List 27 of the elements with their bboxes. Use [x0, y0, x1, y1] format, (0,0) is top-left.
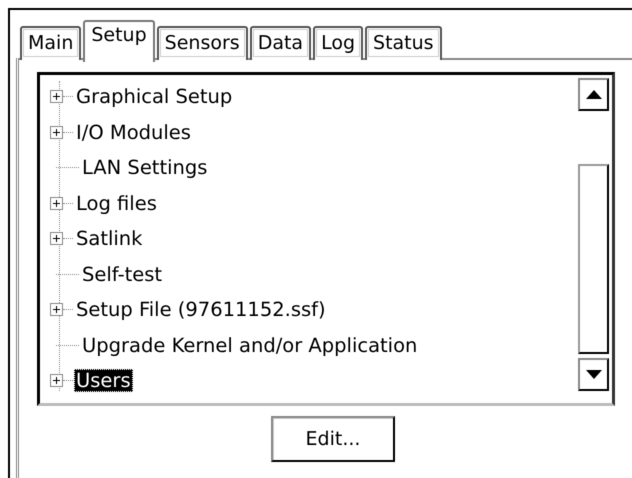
tree-item[interactable]: Users [74, 369, 133, 392]
expand-icon[interactable] [50, 126, 63, 139]
expand-icon[interactable] [50, 232, 63, 246]
scroll-up-button[interactable] [578, 78, 609, 111]
tree-item[interactable]: I/O Modules [74, 120, 193, 144]
scroll-down-button[interactable] [578, 358, 609, 391]
edit-button[interactable]: Edit... [271, 416, 395, 462]
tree-item[interactable]: Graphical Setup [74, 85, 234, 108]
down-arrow-icon [586, 370, 602, 379]
expand-icon[interactable] [50, 303, 63, 316]
tree-item[interactable]: Satlink [74, 227, 144, 250]
tab[interactable]: Data [250, 26, 312, 60]
tree-item[interactable]: Log files [74, 192, 159, 215]
up-arrow-icon [586, 90, 602, 99]
tab[interactable]: Log [313, 26, 364, 60]
expand-icon[interactable] [50, 196, 63, 210]
tree-item[interactable]: LAN Settings [80, 156, 210, 180]
scroll-thumb[interactable] [578, 164, 609, 354]
tab[interactable]: Main [20, 26, 82, 60]
tab[interactable]: Status [365, 26, 442, 60]
tab[interactable]: Setup [83, 20, 155, 62]
tree-item[interactable]: Upgrade Kernel and/or Application [80, 334, 420, 357]
tree-item[interactable]: Setup File (97611152.ssf) [74, 298, 328, 322]
tab[interactable]: Sensors [156, 26, 248, 60]
tree-item[interactable]: Self-test [80, 262, 164, 286]
expand-icon[interactable] [50, 374, 63, 388]
expand-icon[interactable] [50, 90, 63, 104]
